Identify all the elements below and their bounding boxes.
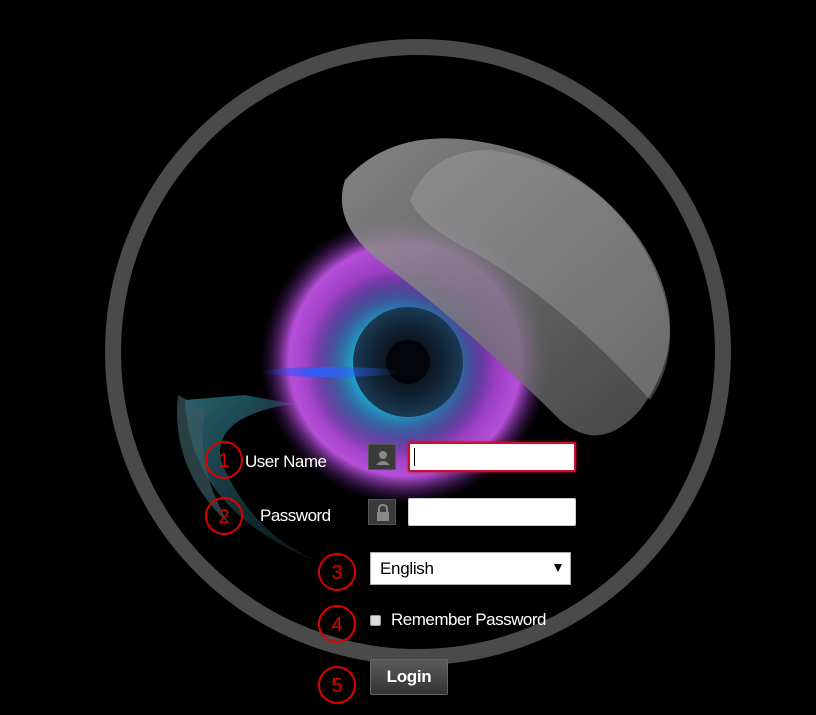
text-caret: [414, 448, 415, 466]
remember-password-label[interactable]: Remember Password: [391, 610, 546, 630]
annotation-marker-2: 2: [205, 497, 243, 535]
password-input[interactable]: [408, 498, 576, 526]
dropdown-arrow-icon: [554, 564, 562, 572]
password-label: Password: [260, 506, 331, 525]
annotation-marker-3: 3: [318, 553, 356, 591]
language-selected-value: English: [380, 559, 434, 578]
login-button[interactable]: Login: [370, 659, 448, 695]
password-icon-box: [368, 499, 396, 525]
user-icon: [376, 451, 390, 465]
username-label: User Name: [245, 452, 327, 471]
username-input[interactable]: [408, 442, 576, 472]
language-select[interactable]: English: [370, 552, 571, 585]
camera-lens-artwork: [105, 39, 731, 665]
annotation-marker-1: 1: [205, 441, 243, 479]
remember-password-checkbox[interactable]: [370, 615, 381, 626]
login-page: 1 User Name 2 Password 3 English 4 Remem…: [0, 0, 816, 715]
lock-icon: [377, 503, 389, 521]
username-icon-box: [368, 444, 396, 470]
annotation-marker-5: 5: [318, 666, 356, 704]
annotation-marker-4: 4: [318, 605, 356, 643]
